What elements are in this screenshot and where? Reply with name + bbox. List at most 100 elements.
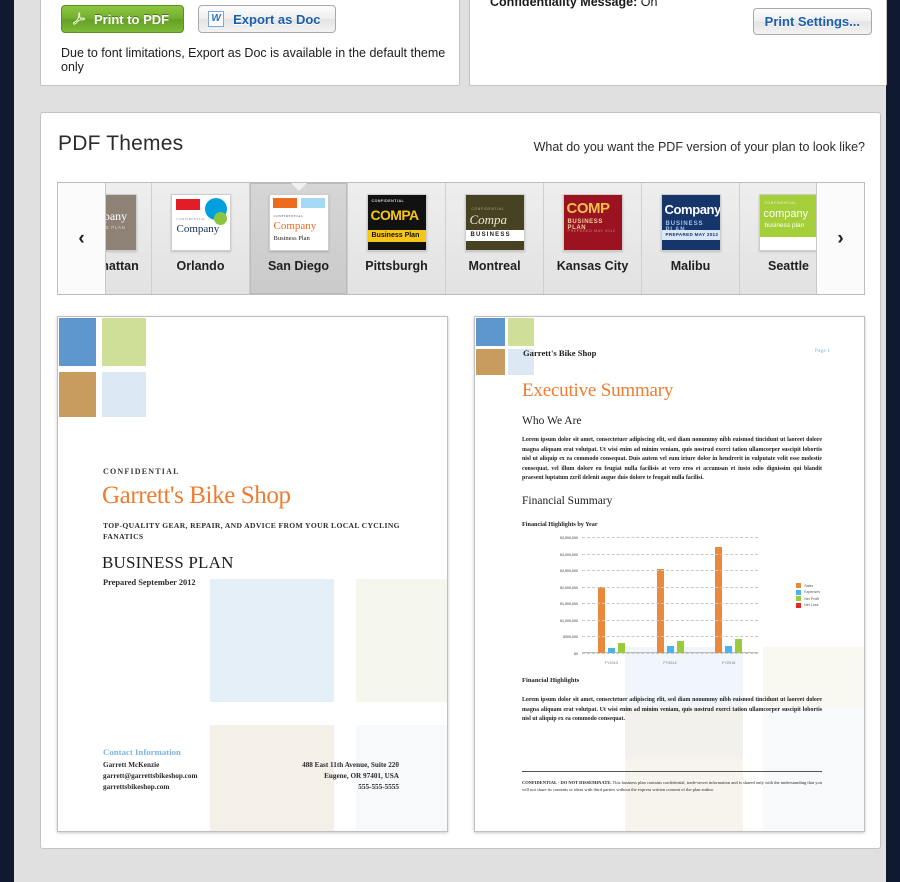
chart-title: Financial Highlights by Year bbox=[522, 521, 598, 528]
summary-block-tan bbox=[476, 349, 505, 375]
thumb-company-text: Company bbox=[664, 202, 721, 217]
print-to-pdf-button[interactable]: Print to PDF bbox=[61, 5, 185, 33]
theme-item-seattle[interactable]: CONFIDENTIAL company business plan Seatt… bbox=[740, 183, 816, 294]
chart-y-tick-label: $500,000 bbox=[563, 635, 578, 640]
cover-block-tan bbox=[59, 372, 96, 417]
theme-item-san-diego[interactable]: CONFIDENTIAL Company Business Plan San D… bbox=[250, 183, 348, 294]
theme-item-pittsburgh[interactable]: CONFIDENTIAL COMPA Business Plan Pittsbu… bbox=[348, 183, 446, 294]
chart-legend-label: Sales bbox=[804, 583, 814, 588]
thumb-company-text: Company bbox=[176, 223, 220, 235]
thumb-confidential-text: CONFIDENTIAL bbox=[764, 201, 797, 205]
thumb-prepared-text: PREPARED MAY 2012 bbox=[567, 228, 616, 233]
summary-footer-bold: CONFIDENTIAL - DO NOT DISSEMINATE. bbox=[522, 780, 612, 785]
print-settings-button[interactable]: Print Settings... bbox=[752, 8, 872, 35]
chart-legend-item: Net Loss bbox=[796, 602, 820, 608]
cover-contact-site: garrettsbikeshop.com bbox=[103, 782, 170, 791]
cover-address-block: 488 East 11th Avenue, Suite 220 Eugene, … bbox=[302, 760, 399, 792]
print-to-pdf-label: Print to PDF bbox=[94, 11, 170, 27]
summary-section-3-body: Lorem ipsum dolor sit amet, consectetuer… bbox=[522, 697, 822, 723]
chart-legend-label: Net Profit bbox=[804, 596, 820, 601]
chart-legend-label: Net Loss bbox=[804, 603, 819, 607]
chart-bar-net-profit bbox=[735, 638, 743, 653]
theme-label-pittsburgh: Pittsburgh bbox=[365, 259, 428, 273]
summary-title: Executive Summary bbox=[522, 380, 674, 401]
cover-watermark-a bbox=[210, 579, 334, 702]
thumb-red-bar bbox=[175, 199, 200, 210]
acrobat-icon bbox=[72, 12, 86, 25]
summary-watermark-d bbox=[763, 707, 864, 831]
chart-bar-net-profit bbox=[676, 641, 684, 653]
chart-y-tick-label: $0 bbox=[574, 652, 578, 656]
chart-gridline: $2,500,000 bbox=[560, 569, 758, 573]
export-panel: Print to PDF W Export as Doc Due to font… bbox=[40, 0, 460, 86]
theme-item-kansas-city[interactable]: COMP BUSINESS PLAN PREPARED MAY 2012 Kan… bbox=[544, 183, 642, 294]
summary-section-2-heading: Financial Summary bbox=[522, 495, 613, 507]
summary-block-blue bbox=[476, 318, 505, 346]
theme-thumbnail-montreal: CONFIDENTIAL Compa BUSINESS bbox=[464, 194, 525, 251]
chart-legend: Sales Expenses Net Profit Net Loss bbox=[796, 583, 820, 609]
cover-block-blue bbox=[59, 318, 96, 366]
cover-watermark-b bbox=[356, 579, 447, 702]
chart-legend-swatch bbox=[796, 602, 802, 608]
chart-legend-swatch bbox=[796, 583, 802, 588]
confidentiality-value: On bbox=[640, 0, 658, 9]
summary-running-header: Garrett's Bike Shop bbox=[523, 348, 597, 358]
theme-item-orlando[interactable]: CONFIDENTIAL Company Orlando bbox=[152, 183, 250, 294]
cover-prepared-date: Prepared September 2012 bbox=[103, 578, 196, 587]
app-frame: Print to PDF W Export as Doc Due to font… bbox=[14, 0, 887, 882]
theme-label-seattle: Seattle bbox=[768, 259, 809, 273]
chart-legend-label: Expenses bbox=[804, 590, 820, 594]
preview-summary-page[interactable]: Garrett's Bike Shop Page 1 Executive Sum… bbox=[474, 316, 865, 832]
print-settings-label: Print Settings... bbox=[764, 14, 860, 29]
thumb-company-text: company bbox=[763, 208, 809, 220]
thumb-company-text: Company bbox=[106, 209, 128, 223]
chart-bar-expenses bbox=[725, 645, 733, 653]
carousel-prev-label: ‹ bbox=[78, 227, 85, 249]
cover-contact-name: Garrett McKenzie bbox=[103, 761, 160, 769]
print-settings-panel: Confidentiality Message: On Print Settin… bbox=[469, 0, 887, 86]
thumb-confidential-text: CONFIDENTIAL bbox=[371, 199, 405, 203]
word-document-icon: W bbox=[208, 11, 225, 27]
theme-item-montreal[interactable]: CONFIDENTIAL Compa BUSINESS Montreal bbox=[446, 183, 544, 294]
preview-cover-page[interactable]: CONFIDENTIAL Garrett's Bike Shop TOP-QUA… bbox=[57, 316, 448, 832]
carousel-next-arrow-icon[interactable]: › bbox=[816, 183, 864, 294]
export-as-doc-label: Export as Doc bbox=[233, 11, 321, 27]
thumb-prepared-band: PREPARED MAY 2012 bbox=[661, 230, 720, 240]
export-as-doc-button[interactable]: W Export as Doc bbox=[198, 5, 336, 33]
export-limitation-note: Due to font limitations, Export as Doc i… bbox=[61, 46, 446, 74]
theme-label-kansas-city: Kansas City bbox=[556, 259, 629, 273]
carousel-prev-arrow-icon[interactable]: ‹ bbox=[58, 183, 106, 294]
summary-footer-divider bbox=[522, 771, 822, 772]
chart-legend-swatch bbox=[796, 596, 802, 601]
chart-gridline: $0 bbox=[574, 652, 758, 656]
thumb-yellow-band: Business Plan bbox=[367, 230, 426, 242]
thumb-orange-bar bbox=[272, 198, 297, 208]
cover-company-title: Garrett's Bike Shop bbox=[102, 482, 291, 509]
theme-item-malibu[interactable]: Company BUSINESS PLAN PREPARED MAY 2012 … bbox=[642, 183, 740, 294]
cover-address-phone: 555-555-5555 bbox=[358, 782, 399, 791]
chart-gridline: $2,000,000 bbox=[560, 586, 758, 590]
chart-y-tick-label: $3,500,000 bbox=[560, 536, 578, 540]
confidentiality-message-row: Confidentiality Message: On bbox=[490, 0, 657, 9]
chart-gridline: $500,000 bbox=[563, 635, 758, 639]
export-button-row: Print to PDF W Export as Doc bbox=[61, 5, 336, 33]
theme-item-manhattan[interactable]: Company BUSINESS PLAN Manhattan bbox=[106, 183, 152, 294]
chart-y-tick-label: $3,000,000 bbox=[560, 552, 578, 557]
cover-address-line1: 488 East 11th Avenue, Suite 220 bbox=[302, 761, 399, 769]
theme-label-montreal: Montreal bbox=[468, 259, 521, 273]
thumb-company-text: COMP bbox=[566, 200, 611, 217]
chart-y-tick-label: $2,500,000 bbox=[560, 569, 578, 574]
theme-label-orlando: Orlando bbox=[176, 259, 225, 273]
cover-contact-details: Garrett McKenzie garrett@garrettsbikesho… bbox=[103, 760, 197, 792]
chart-gridline: $3,000,000 bbox=[560, 553, 758, 557]
carousel-next-label: › bbox=[837, 227, 844, 249]
theme-carousel-track: Company BUSINESS PLAN Manhattan CONFIDEN… bbox=[106, 183, 816, 294]
theme-label-san-diego: San Diego bbox=[267, 259, 330, 273]
summary-section-1-heading: Who We Are bbox=[522, 415, 582, 427]
chart-legend-item: Expenses bbox=[796, 589, 820, 595]
thumb-confidential-text: CONFIDENTIAL bbox=[176, 217, 206, 221]
theme-thumbnail-seattle: CONFIDENTIAL company business plan bbox=[758, 194, 816, 251]
thumb-confidential-text: CONFIDENTIAL bbox=[273, 214, 304, 218]
chart-x-tick-label: FY2013 bbox=[604, 661, 618, 665]
summary-watermark-c bbox=[625, 707, 743, 831]
